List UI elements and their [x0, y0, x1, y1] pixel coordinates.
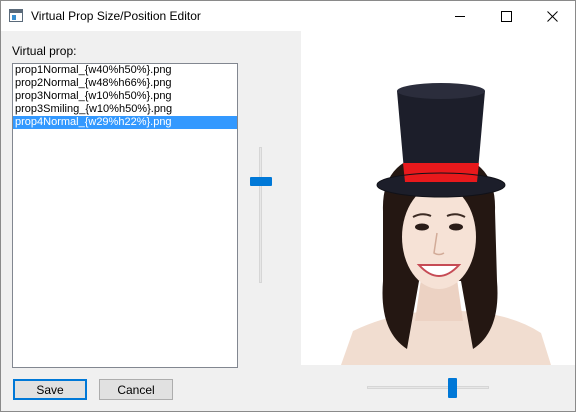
horizontal-position-slider[interactable]	[367, 377, 489, 399]
vertical-position-slider[interactable]	[249, 147, 273, 283]
list-item[interactable]: prop2Normal_{w48%h66%}.png	[13, 77, 237, 90]
right-eye	[449, 223, 463, 231]
list-item[interactable]: prop1Normal_{w40%h50%}.png	[13, 64, 237, 77]
title-bar[interactable]: Virtual Prop Size/Position Editor	[1, 1, 575, 31]
minimize-icon	[455, 15, 465, 17]
maximize-button[interactable]	[483, 1, 529, 31]
virtual-prop-label: Virtual prop:	[12, 44, 77, 58]
maximize-icon	[500, 10, 512, 22]
slider-track	[259, 147, 262, 283]
virtual-prop-list[interactable]: prop1Normal_{w40%h50%}.png prop2Normal_{…	[12, 63, 238, 368]
slider-thumb[interactable]	[250, 177, 272, 187]
minimize-button[interactable]	[437, 1, 483, 31]
cancel-button[interactable]: Cancel	[99, 379, 173, 400]
close-button[interactable]	[529, 1, 575, 31]
close-icon	[546, 10, 558, 22]
hat-top	[397, 83, 485, 99]
list-item-selected[interactable]: prop4Normal_{w29%h22%}.png	[13, 116, 237, 129]
slider-thumb[interactable]	[448, 378, 458, 398]
editor-window: Virtual Prop Size/Position Editor Virtua…	[0, 0, 576, 412]
slider-track	[367, 386, 489, 389]
left-eye	[415, 223, 429, 231]
preview-image	[301, 31, 575, 365]
save-button[interactable]: Save	[13, 379, 87, 400]
window-title: Virtual Prop Size/Position Editor	[31, 9, 201, 23]
app-window-icon	[9, 9, 23, 22]
preview-illustration	[341, 83, 551, 365]
list-item[interactable]: prop3Smiling_{w10%h50%}.png	[13, 103, 237, 116]
list-item[interactable]: prop3Normal_{w10%h50%}.png	[13, 90, 237, 103]
